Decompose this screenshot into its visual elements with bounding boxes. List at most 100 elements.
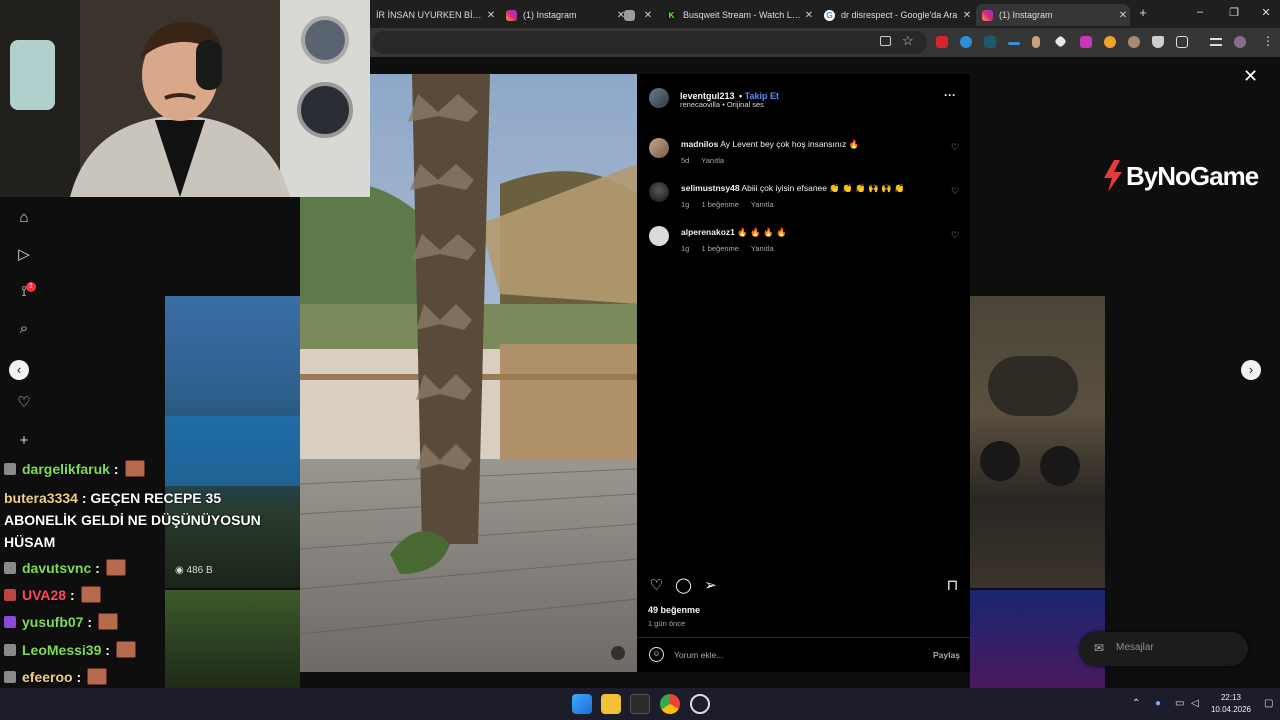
extension-icon[interactable] [1080, 36, 1092, 48]
reply-button[interactable]: Yanıtla [751, 200, 774, 209]
browser-menu-icon[interactable]: ⋮ [1262, 34, 1274, 48]
tab-close-icon[interactable]: ✕ [641, 10, 655, 21]
audio-link[interactable]: Orijinal ses [727, 100, 764, 109]
maximize-button[interactable]: ❐ [1224, 6, 1244, 19]
comment-username[interactable]: selimustnsy48 [681, 183, 740, 193]
tab-google[interactable]: G dr disrespect - Google'da Ara ✕ [818, 4, 974, 26]
chat-line: UVA28 : [4, 586, 101, 603]
share-send-icon[interactable]: ➢ [702, 577, 719, 594]
windows-start-icon[interactable] [572, 694, 592, 714]
tab-instagram[interactable]: (1) Instagram ✕ [500, 4, 628, 26]
extension-icon[interactable] [1054, 35, 1067, 48]
close-modal-button[interactable]: ✕ [1243, 66, 1258, 86]
extension-icon[interactable] [1008, 42, 1020, 45]
puzzle-icon[interactable] [1176, 36, 1188, 48]
extension-icon[interactable] [1032, 36, 1040, 48]
tab-1[interactable]: İR İNSAN UYURKEN BİRİSİNİ ✕ [370, 4, 498, 26]
microphone-icon[interactable]: ● [1155, 698, 1161, 709]
next-post-button[interactable]: › [1241, 360, 1261, 380]
messages-label: Mesajlar [1116, 642, 1154, 653]
chevron-up-icon[interactable]: ⌃ [1132, 698, 1140, 709]
address-bar[interactable]: ☆ [372, 31, 927, 54]
comment-like-icon[interactable]: ♡ [951, 186, 959, 197]
reply-button[interactable]: Yanıtla [751, 244, 774, 253]
tab-title: Busqweit Stream - Watch Live [683, 10, 802, 20]
chat-username: yusufb07 [22, 613, 84, 630]
chat-username: LeoMessi39 [22, 641, 102, 658]
tab-instagram-active[interactable]: (1) Instagram ✕ [976, 4, 1130, 26]
emoji-icon[interactable]: ☺ [649, 647, 664, 662]
previous-post-button[interactable]: ‹ [9, 360, 29, 380]
extension-icon[interactable] [984, 36, 996, 48]
search-icon[interactable]: ⌕ [15, 320, 33, 338]
chat-emote [115, 641, 136, 658]
volume-icon[interactable]: ◁ [1191, 698, 1199, 709]
chat-badge-icon [4, 670, 16, 683]
extension-icon[interactable] [1104, 36, 1116, 48]
comment-input[interactable] [674, 647, 914, 663]
comment-like-icon[interactable]: ♡ [951, 142, 959, 153]
tab-close-icon[interactable]: ✕ [484, 10, 498, 21]
media-control-icon[interactable] [1210, 38, 1222, 46]
comment-avatar[interactable] [649, 138, 669, 158]
adblock-icon[interactable] [936, 36, 948, 48]
close-window-button[interactable]: ✕ [1256, 6, 1276, 19]
reels-icon[interactable]: ▷ [15, 246, 33, 264]
like-heart-icon[interactable]: ♡ [648, 577, 665, 594]
app-icon[interactable] [690, 694, 710, 714]
location-link[interactable]: renecaovilla [680, 100, 720, 109]
heart-icon[interactable]: ♡ [15, 394, 33, 412]
new-tab-button[interactable]: + [1133, 5, 1153, 20]
network-icon[interactable]: ▭ [1175, 698, 1184, 709]
windows-taskbar: ⌃ ● ▭ ◁ 22:13 10.04.2026 ▢ [0, 688, 1280, 720]
comment-likes[interactable]: 1 beğenme [701, 200, 739, 209]
terminal-icon[interactable] [630, 694, 650, 714]
notification-center-icon[interactable]: ▢ [1264, 698, 1273, 709]
chat-message: butera3334 : GEÇEN RECEPE 35 ABONELİK GE… [4, 490, 261, 550]
tab-close-icon[interactable]: ✕ [1116, 10, 1130, 21]
tab-mail[interactable]: ✕ [618, 4, 656, 26]
extension-icon[interactable] [1128, 36, 1140, 48]
messages-widget[interactable]: ✉ Mesajlar [1080, 632, 1248, 666]
post-timestamp: 1 gün önce [648, 619, 686, 628]
sponsor-logo: ByNoGame [1100, 160, 1259, 192]
home-icon[interactable]: ⌂ [15, 209, 33, 227]
comments-panel: leventgul213 • Takip Et renecaovilla • O… [637, 74, 970, 672]
minimize-button[interactable]: – [1190, 6, 1210, 18]
extension-icon[interactable] [960, 36, 972, 48]
side-post-right[interactable] [970, 296, 1105, 588]
comment-avatar[interactable] [649, 226, 669, 246]
shield-icon[interactable] [1152, 36, 1164, 48]
system-clock[interactable]: 22:13 10.04.2026 [1205, 692, 1257, 716]
comment-avatar[interactable] [649, 182, 669, 202]
notification-badge: 1 [26, 282, 36, 292]
tab-title: (1) Instagram [999, 10, 1053, 20]
comment-username[interactable]: alperenakoz1 [681, 227, 735, 237]
tab-close-icon[interactable]: ✕ [960, 10, 974, 21]
chrome-icon[interactable] [660, 694, 680, 714]
reply-button[interactable]: Yanıtla [701, 156, 724, 165]
tab-kick[interactable]: K Busqweit Stream - Watch Live ✕ [660, 4, 816, 26]
likes-count[interactable]: 49 beğenme [648, 605, 700, 615]
instagram-icon [506, 9, 517, 21]
create-icon[interactable]: + [15, 432, 33, 450]
file-explorer-icon[interactable] [601, 694, 621, 714]
comment-username[interactable]: madnilos [681, 139, 718, 149]
comment-like-icon[interactable]: ♡ [951, 230, 959, 241]
comment-likes[interactable]: 1 beğenme [701, 244, 739, 253]
chat-emote [124, 460, 145, 477]
author-avatar[interactable] [649, 88, 669, 108]
install-app-icon[interactable] [880, 36, 891, 46]
more-options-icon[interactable]: ··· [944, 88, 956, 102]
save-bookmark-icon[interactable]: ⊓ [944, 577, 961, 594]
tab-title: İR İNSAN UYURKEN BİRİSİNİ [376, 10, 484, 20]
bookmark-star-icon[interactable]: ☆ [902, 33, 914, 49]
chat-line: LeoMessi39 : [4, 641, 136, 658]
post-comment-button[interactable]: Paylaş [933, 650, 960, 660]
chat-badge-icon [4, 561, 16, 574]
profile-avatar[interactable] [1234, 36, 1246, 48]
tab-title: dr disrespect - Google'da Ara [841, 10, 958, 20]
chat-badge-icon [4, 462, 16, 475]
tab-close-icon[interactable]: ✕ [802, 10, 816, 21]
comment-bubble-icon[interactable]: ◯ [675, 577, 692, 594]
